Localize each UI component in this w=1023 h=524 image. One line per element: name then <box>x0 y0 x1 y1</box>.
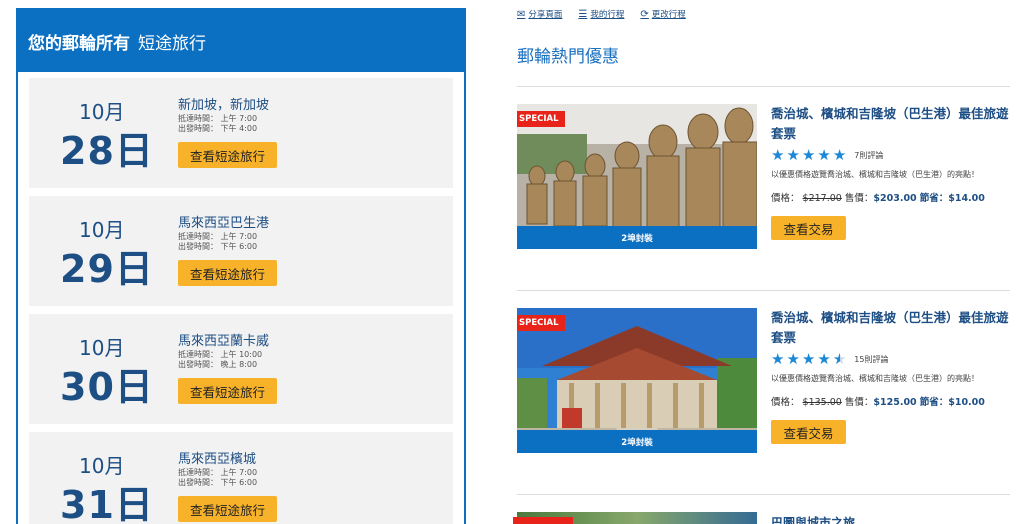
star-icon: ★ <box>832 146 847 164</box>
departure-time: 出發時間： 下午 6:00 <box>178 478 258 487</box>
departure-time: 出發時間： 晚上 8:00 <box>178 360 258 369</box>
envelope-icon: ✉ <box>517 8 526 20</box>
share-page-link[interactable]: ✉ 分享頁面 <box>517 8 563 21</box>
day-number: 30日 <box>60 365 154 409</box>
review-count[interactable]: 15則評論 <box>854 354 888 365</box>
day-card: 10月 31日 馬來西亞檳城 抵達時間： 上午 7:00 出發時間： 下午 6:… <box>29 432 453 524</box>
special-badge <box>513 517 573 524</box>
day-list: 10月 28日 新加坡，新加坡 抵達時間： 上午 7:00 出發時間： 下午 4… <box>18 72 464 524</box>
star-icon: ★ <box>786 146 800 164</box>
day-card: 10月 29日 馬來西亞巴生港 抵達時間： 上午 7:00 出發時間： 下午 6… <box>29 196 453 306</box>
deal-description: 以優惠價格遊覽喬治城、檳城和吉隆坡（巴生港）的亮點！ <box>771 374 979 383</box>
divider <box>517 290 1010 291</box>
deal-title[interactable]: 巴圖與城市之旅 <box>771 514 855 524</box>
panel-header-light: 短途旅行 <box>138 33 206 54</box>
sale-label: 售價： <box>844 397 874 408</box>
view-excursions-button[interactable]: 查看短途旅行 <box>178 378 278 404</box>
view-excursions-button[interactable]: 查看短途旅行 <box>178 142 278 168</box>
port-times: 抵達時間： 上午 7:00 出發時間： 下午 6:00 <box>178 232 257 252</box>
sale-price: $125.00 <box>873 397 917 408</box>
panel-header: 您的郵輪所有 短途旅行 <box>18 10 464 72</box>
day-number: 31日 <box>60 483 154 524</box>
view-excursions-button[interactable]: 查看短途旅行 <box>178 260 278 286</box>
port-times: 抵達時間： 上午 7:00 出發時間： 下午 4:00 <box>178 114 257 134</box>
share-page-label: 分享頁面 <box>528 10 563 20</box>
save-label: 節省： <box>919 397 949 408</box>
old-price: $217.00 <box>802 193 842 204</box>
arrival-time: 抵達時間： 上午 7:00 <box>178 232 258 241</box>
star-icon: ★ <box>786 350 800 368</box>
arrival-time: 抵達時間： 上午 7:00 <box>178 114 258 123</box>
deal-title[interactable]: 喬治城、檳城和吉隆坡（巴生港）最佳旅遊套票 <box>771 308 1011 348</box>
deal-info: 喬治城、檳城和吉隆坡（巴生港）最佳旅遊套票 ★ ★ ★ ★ ★ 15則評論 以優… <box>771 308 1011 444</box>
save-amount: $14.00 <box>948 193 985 204</box>
port-name: 馬來西亞巴生港 <box>178 216 270 231</box>
day-card: 10月 28日 新加坡，新加坡 抵達時間： 上午 7:00 出發時間： 下午 4… <box>29 78 453 188</box>
deal-info: 喬治城、檳城和吉隆坡（巴生港）最佳旅遊套票 ★ ★ ★ ★ ★ 7則評論 以優惠… <box>771 104 1011 240</box>
save-label: 節省： <box>919 193 949 204</box>
section-title: 郵輪熱門優惠 <box>517 47 619 67</box>
change-itinerary-link[interactable]: ⟳ 更改行程 <box>640 8 686 21</box>
list-icon: ☰ <box>578 8 588 20</box>
price-line: 價格： $135.00 售價：$125.00 節省：$10.00 <box>771 394 1011 408</box>
star-icon: ★ <box>817 350 831 368</box>
deal-card: SPECIAL 2埠封裝 喬治城、檳城和吉隆坡（巴生港）最佳旅遊套票 ★ ★ ★… <box>517 308 1010 478</box>
special-badge: SPECIAL <box>517 111 565 127</box>
my-itinerary-link[interactable]: ☰ 我的行程 <box>578 8 625 21</box>
star-icon: ★ <box>801 350 816 368</box>
price-line: 價格： $217.00 售價：$203.00 節省：$14.00 <box>771 190 1011 204</box>
deal-image[interactable]: SPECIAL 2埠封裝 <box>517 308 757 453</box>
deal-description: 以優惠價格遊覽喬治城、檳城和吉隆坡（巴生港）的亮點！ <box>771 170 979 179</box>
sale-price: $203.00 <box>873 193 917 204</box>
port-times: 抵達時間： 上午 10:00 出發時間： 晚上 8:00 <box>178 350 262 370</box>
save-amount: $10.00 <box>948 397 985 408</box>
star-icon: ★ <box>771 350 785 368</box>
star-icon: ★ <box>817 146 831 164</box>
day-number: 28日 <box>60 129 154 173</box>
star-rating: ★ ★ ★ ★ ★ 15則評論 <box>771 352 1011 367</box>
my-itinerary-label: 我的行程 <box>590 10 625 20</box>
shore-excursions-panel: 您的郵輪所有 短途旅行 10月 28日 新加坡，新加坡 抵達時間： 上午 7:0… <box>16 8 466 524</box>
arrival-time: 抵達時間： 上午 10:00 <box>178 350 263 359</box>
divider <box>517 494 1010 495</box>
special-badge: SPECIAL <box>517 315 565 331</box>
review-count[interactable]: 7則評論 <box>854 150 883 161</box>
view-deal-button[interactable]: 查看交易 <box>771 216 846 240</box>
refresh-icon: ⟳ <box>640 8 649 20</box>
port-name: 馬來西亞檳城 <box>178 452 257 467</box>
package-caption: 2埠封裝 <box>517 430 757 453</box>
change-itinerary-label: 更改行程 <box>651 10 686 20</box>
sale-label: 售價： <box>844 193 874 204</box>
panel-header-bold: 您的郵輪所有 <box>28 33 130 54</box>
port-name: 馬來西亞蘭卡威 <box>178 334 270 349</box>
deal-title[interactable]: 喬治城、檳城和吉隆坡（巴生港）最佳旅遊套票 <box>771 104 1011 144</box>
view-deal-button[interactable]: 查看交易 <box>771 420 846 444</box>
old-price: $135.00 <box>802 397 842 408</box>
price-label: 價格： <box>771 397 800 408</box>
star-icon: ★ <box>771 146 785 164</box>
deal-image[interactable]: SPECIAL 2埠封裝 <box>517 104 757 249</box>
star-icon: ★ <box>801 146 816 164</box>
day-number: 29日 <box>60 247 154 291</box>
deal-card: SPECIAL 2埠封裝 喬治城、檳城和吉隆坡（巴生港）最佳旅遊套票 ★ ★ ★… <box>517 104 1010 274</box>
price-label: 價格： <box>771 193 800 204</box>
port-name: 新加坡，新加坡 <box>178 98 270 113</box>
view-excursions-button[interactable]: 查看短途旅行 <box>178 496 278 522</box>
top-links: ✉ 分享頁面 ☰ 我的行程 ⟳ 更改行程 <box>517 8 686 21</box>
half-star-icon: ★ <box>832 350 847 368</box>
star-rating: ★ ★ ★ ★ ★ 7則評論 <box>771 148 1011 163</box>
departure-time: 出發時間： 下午 4:00 <box>178 124 258 133</box>
departure-time: 出發時間： 下午 6:00 <box>178 242 258 251</box>
divider <box>517 86 1010 87</box>
day-card: 10月 30日 馬來西亞蘭卡威 抵達時間： 上午 10:00 出發時間： 晚上 … <box>29 314 453 424</box>
port-times: 抵達時間： 上午 7:00 出發時間： 下午 6:00 <box>178 468 257 488</box>
arrival-time: 抵達時間： 上午 7:00 <box>178 468 258 477</box>
package-caption: 2埠封裝 <box>517 226 757 249</box>
